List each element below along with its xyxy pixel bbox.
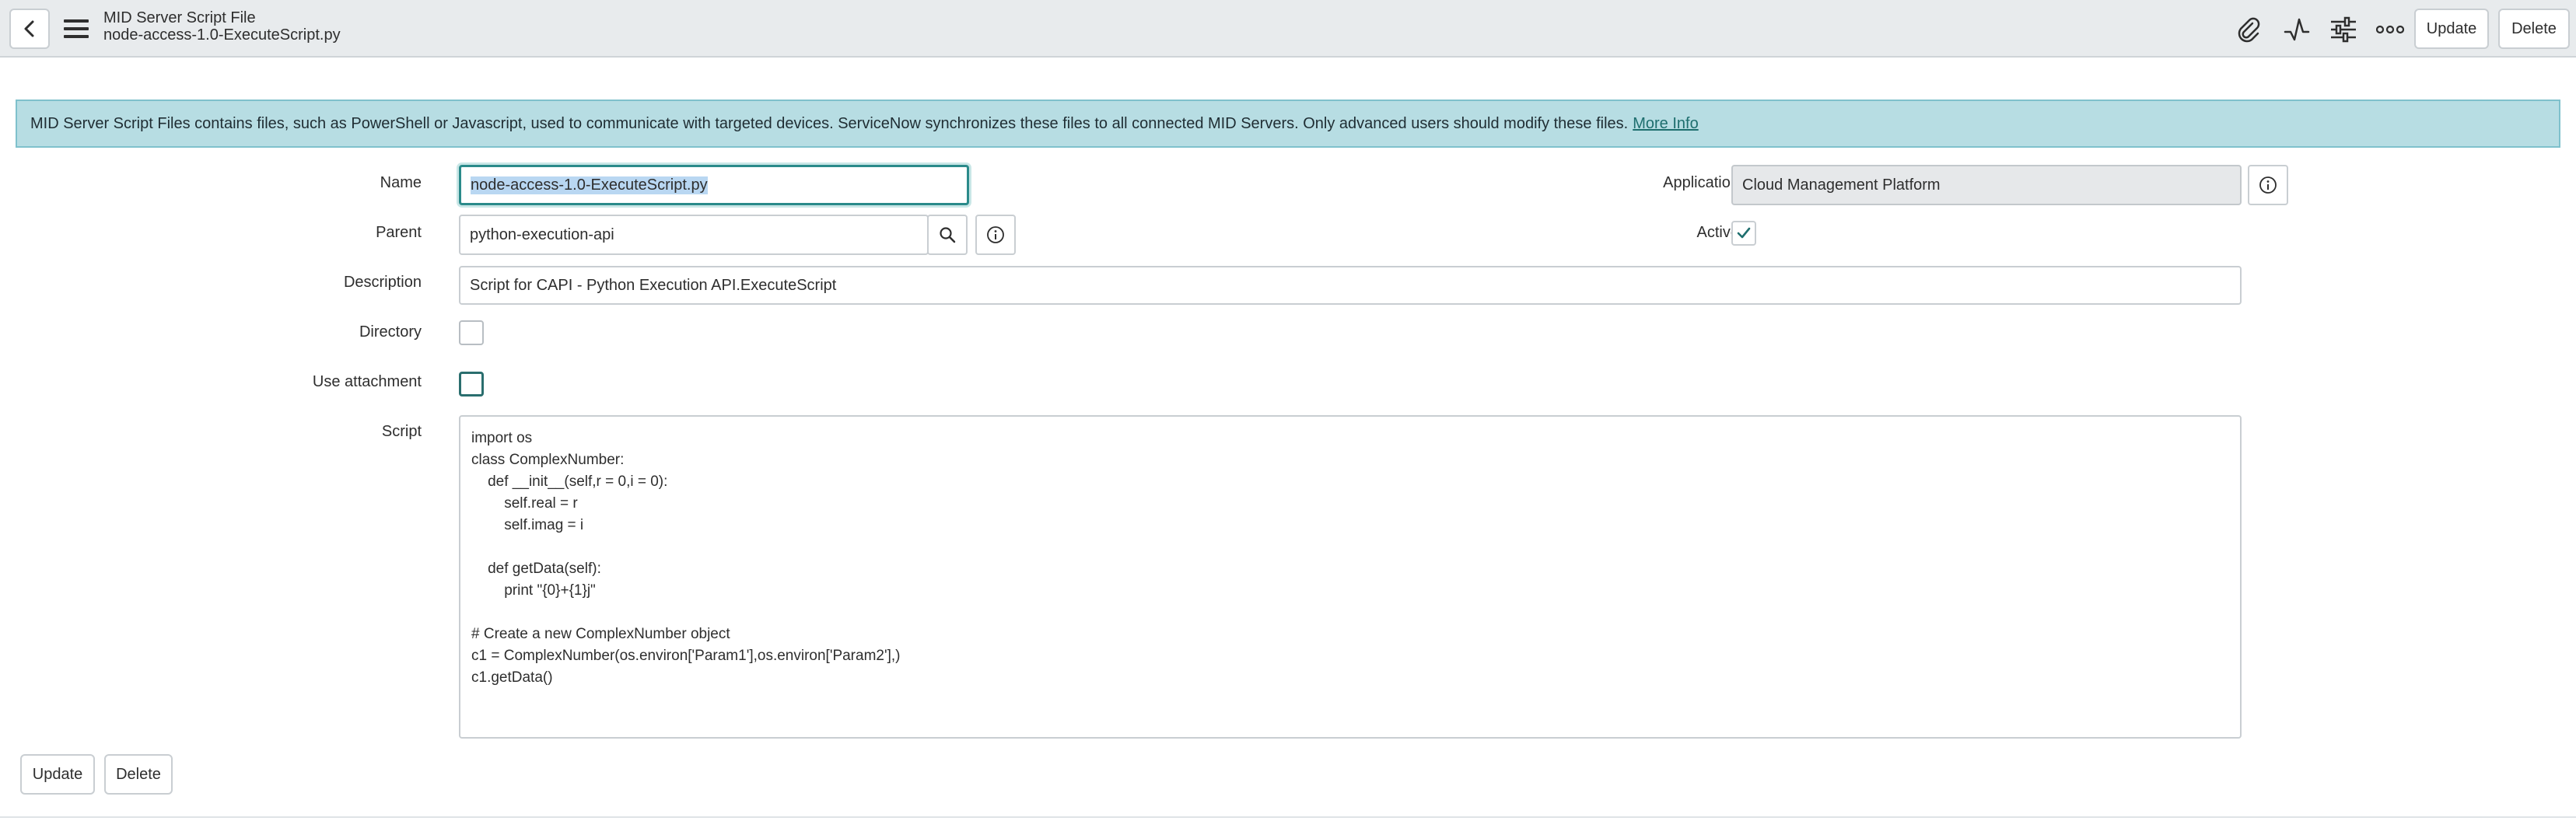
description-input[interactable]: Script for CAPI - Python Execution API.E… xyxy=(459,266,2242,305)
name-input[interactable]: node-access-1.0-ExecuteScript.py xyxy=(459,165,969,205)
activity-pulse-icon[interactable] xyxy=(2282,15,2312,44)
parent-input-value: python-execution-api xyxy=(470,225,614,243)
parent-input[interactable]: python-execution-api xyxy=(459,215,929,255)
application-value: Cloud Management Platform xyxy=(1742,176,1941,194)
more-options-icon[interactable] xyxy=(2375,15,2405,44)
search-icon xyxy=(940,227,956,243)
name-label: Name xyxy=(380,174,422,191)
description-input-value: Script for CAPI - Python Execution API.E… xyxy=(470,276,837,294)
bottom-divider xyxy=(0,816,2576,818)
parent-label: Parent xyxy=(376,224,422,241)
script-content: import os class ComplexNumber: def __ini… xyxy=(471,430,901,686)
update-button-top[interactable]: Update xyxy=(2414,9,2489,49)
use-attachment-checkbox[interactable] xyxy=(459,372,484,397)
directory-label: Directory xyxy=(359,323,422,341)
banner-text: MID Server Script Files contains files, … xyxy=(30,114,1629,132)
hamburger-menu-icon[interactable] xyxy=(62,16,90,42)
info-icon xyxy=(2259,176,2277,194)
form-header: MID Server Script File node-access-1.0-E… xyxy=(0,0,2576,58)
script-label: Script xyxy=(381,423,422,440)
application-label: Application xyxy=(1663,174,1739,191)
checkmark-icon xyxy=(1737,227,1751,239)
record-type-title: MID Server Script File xyxy=(103,9,256,26)
delete-button-top[interactable]: Delete xyxy=(2498,9,2570,49)
name-input-value: node-access-1.0-ExecuteScript.py xyxy=(471,176,708,194)
description-label: Description xyxy=(343,274,422,291)
parent-info-button[interactable] xyxy=(975,215,1016,255)
sliders-icon[interactable] xyxy=(2329,15,2358,44)
application-field: Cloud Management Platform xyxy=(1731,165,2242,205)
active-checkbox[interactable] xyxy=(1731,221,1756,246)
more-info-link[interactable]: More Info xyxy=(1633,115,1698,133)
info-banner: MID Server Script Files contains files, … xyxy=(16,100,2560,148)
directory-checkbox[interactable] xyxy=(459,320,484,345)
update-button-bottom[interactable]: Update xyxy=(20,754,95,795)
back-button[interactable] xyxy=(9,9,50,49)
delete-button-bottom[interactable]: Delete xyxy=(104,754,173,795)
application-info-button[interactable] xyxy=(2248,165,2288,205)
record-name-title: node-access-1.0-ExecuteScript.py xyxy=(103,26,341,44)
paperclip-icon[interactable] xyxy=(2234,15,2263,44)
use-attachment-label: Use attachment xyxy=(312,373,422,390)
parent-lookup-button[interactable] xyxy=(927,215,968,255)
info-icon xyxy=(987,226,1004,243)
back-icon xyxy=(24,20,34,37)
script-editor[interactable]: import os class ComplexNumber: def __ini… xyxy=(459,415,2242,739)
